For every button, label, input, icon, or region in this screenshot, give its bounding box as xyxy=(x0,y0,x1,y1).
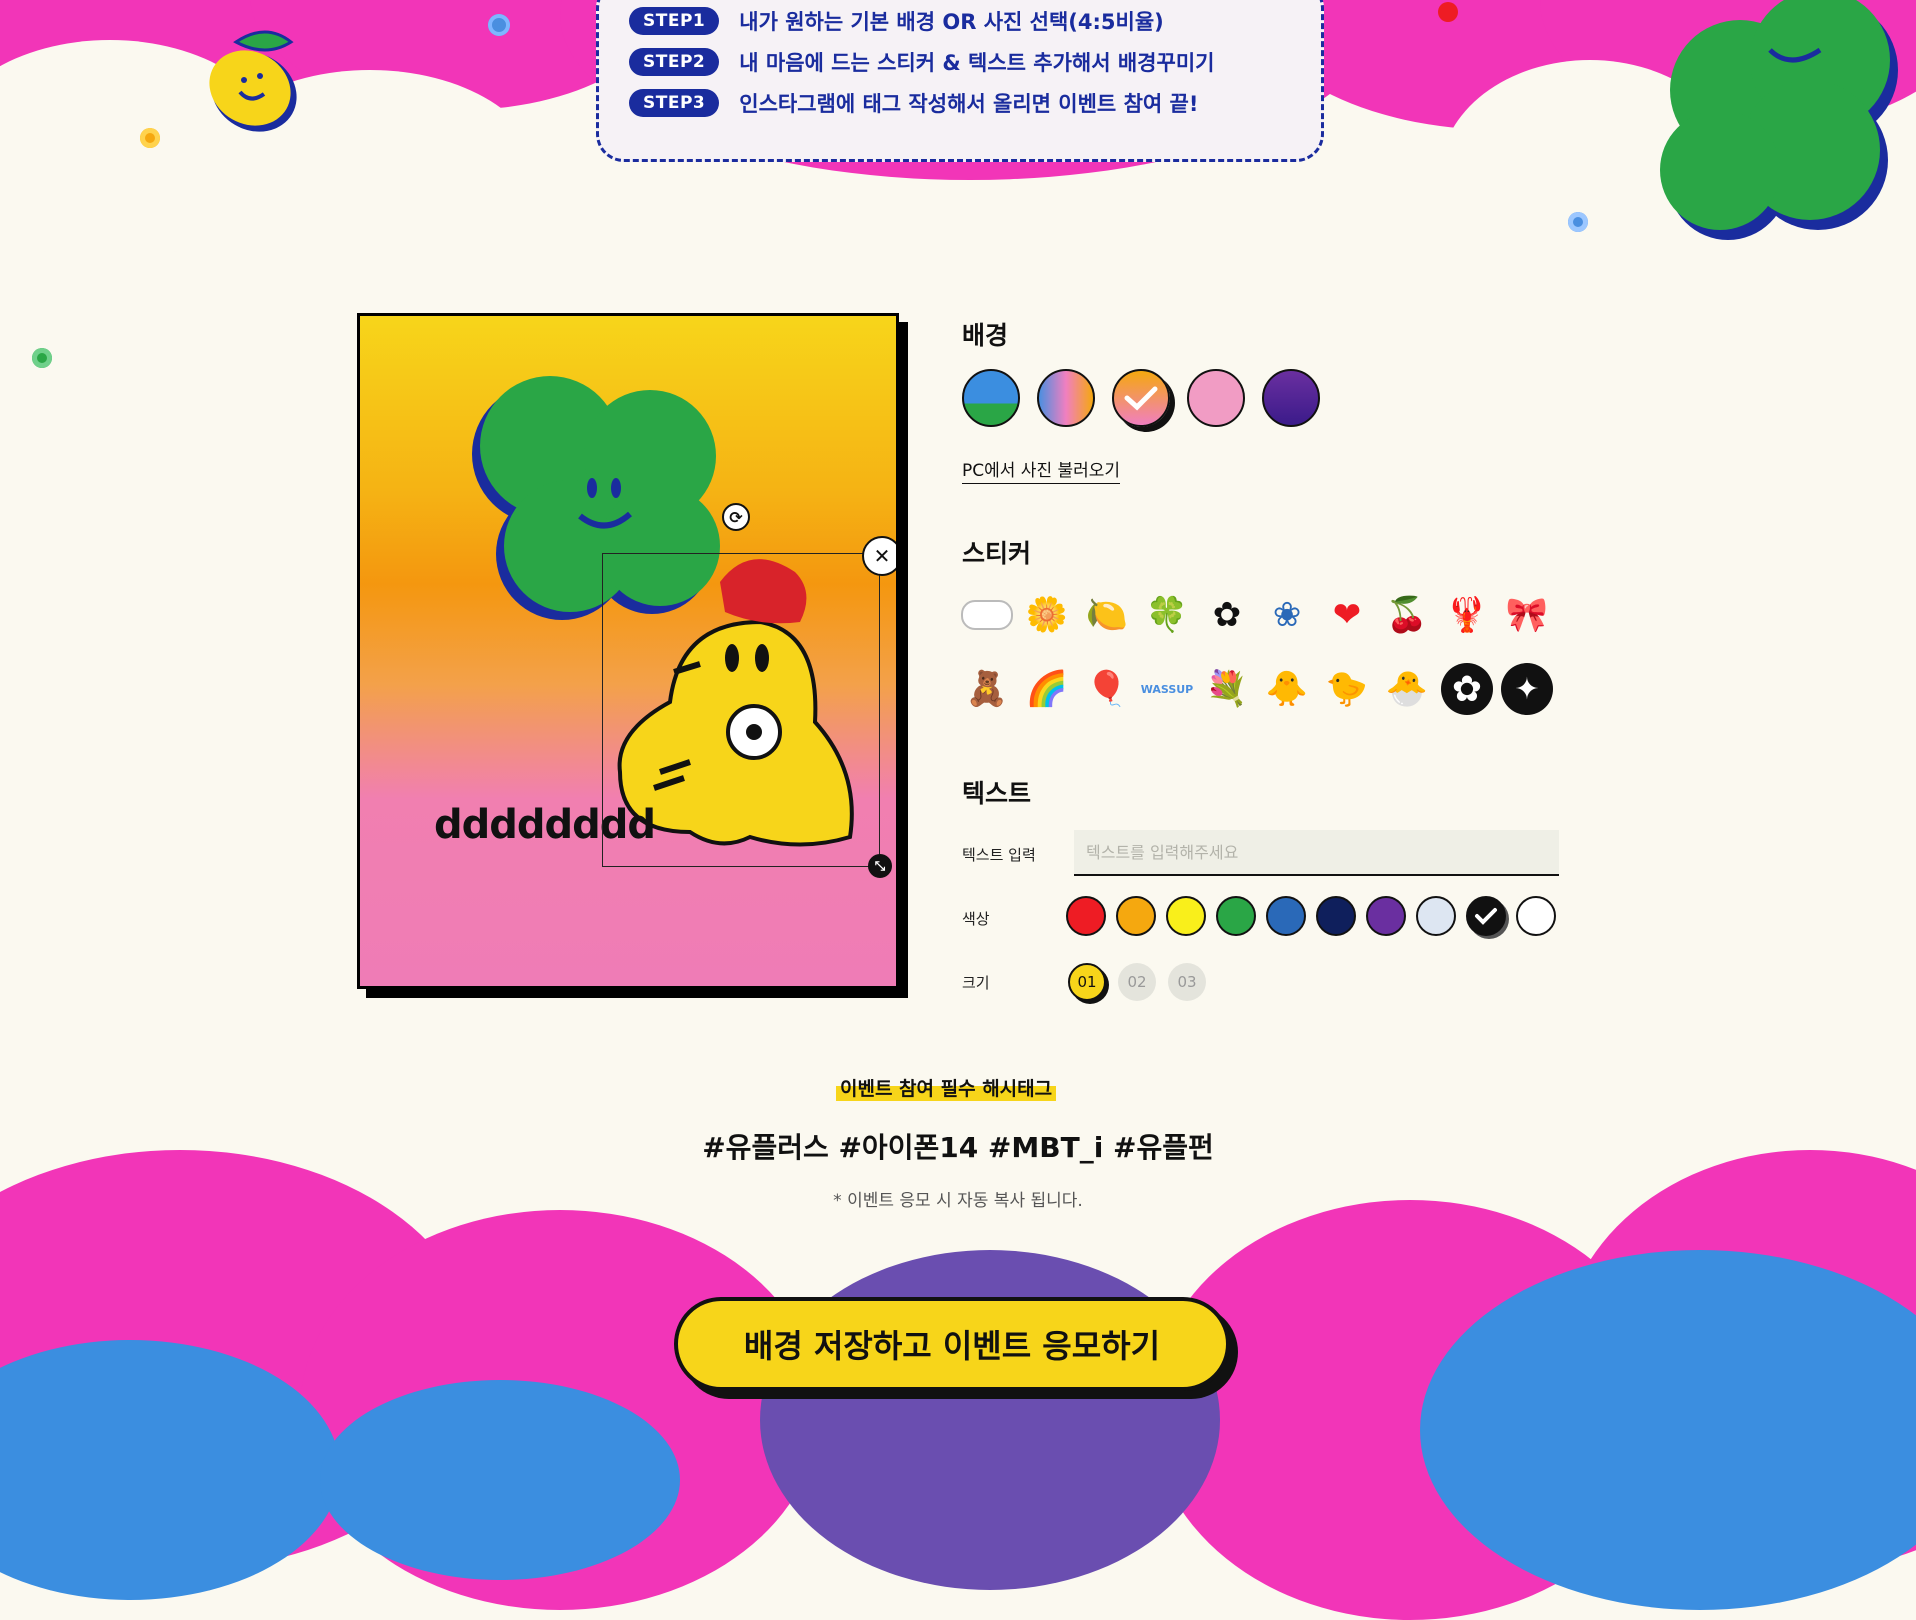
submit-button-label: 배경 저장하고 이벤트 응모하기 xyxy=(743,1327,1161,1365)
sticker-section-title: 스티커 xyxy=(962,539,1032,568)
hashtag-note: * 이벤트 응모 시 자동 복사 됩니다. xyxy=(833,1191,1083,1211)
flower-icon xyxy=(140,128,160,148)
white-flower-icon[interactable]: ✿ xyxy=(1200,588,1254,642)
resize-icon: ⤡ xyxy=(874,858,886,874)
sparkle-icon[interactable]: ✦ xyxy=(1500,662,1554,716)
lemon-icon[interactable]: 🍋 xyxy=(1080,588,1134,642)
close-icon: ✕ xyxy=(873,544,891,568)
chick-icon[interactable]: 🐤 xyxy=(1320,662,1374,716)
clover-icon xyxy=(1660,0,1898,240)
color-red[interactable] xyxy=(1066,896,1106,936)
preview-canvas[interactable]: dddddddd ⟳ ✕ ⤡ xyxy=(357,313,899,989)
color-white[interactable] xyxy=(1516,896,1556,936)
flower-icon xyxy=(1438,2,1458,22)
flower-icon xyxy=(488,14,510,36)
balloons-icon[interactable]: 🎈 xyxy=(1080,662,1134,716)
delete-sticker-button[interactable]: ✕ xyxy=(862,536,896,576)
color-blue[interactable] xyxy=(1266,896,1306,936)
size-option-02[interactable]: 02 xyxy=(1118,963,1156,1001)
step-badge: STEP3 xyxy=(629,89,720,117)
step-badge: STEP1 xyxy=(629,7,720,35)
heart-icon[interactable]: ❤ xyxy=(1320,588,1374,642)
step-text: 인스타그램에 태그 작성해서 올리면 이벤트 참여 끝! xyxy=(739,92,1199,116)
bouquet-icon[interactable]: 💐 xyxy=(1200,662,1254,716)
bg-swatch-blue-pink[interactable] xyxy=(1037,369,1095,427)
color-orange[interactable] xyxy=(1116,896,1156,936)
step-row: STEP2 내 마음에 드는 스티커 & 텍스트 추가해서 배경꾸미기 xyxy=(629,47,1214,77)
size-label: 크기 xyxy=(962,974,990,992)
hashtag-label: 이벤트 참여 필수 해시태그 xyxy=(836,1074,1057,1101)
size-option-01[interactable]: 01 xyxy=(1068,963,1106,1001)
rotate-icon: ⟳ xyxy=(729,507,743,527)
chick-small-icon[interactable]: 🐣 xyxy=(1380,662,1434,716)
bg-swatch-pink[interactable] xyxy=(1187,369,1245,427)
color-yellow[interactable] xyxy=(1166,896,1206,936)
text-input[interactable] xyxy=(1074,830,1559,876)
pc-upload-link[interactable]: PC에서 사진 불러오기 xyxy=(962,456,1121,484)
submit-button[interactable]: 배경 저장하고 이벤트 응모하기 xyxy=(674,1297,1230,1391)
step-text: 내 마음에 드는 스티커 & 텍스트 추가해서 배경꾸미기 xyxy=(739,51,1215,75)
clover-icon[interactable]: 🍀 xyxy=(1140,588,1194,642)
bg-swatch-blue-green[interactable] xyxy=(962,369,1020,427)
step-row: STEP3 인스타그램에 태그 작성해서 올리면 이벤트 참여 끝! xyxy=(629,88,1198,118)
blue-flower-icon[interactable]: ❀ xyxy=(1260,588,1314,642)
color-navy[interactable] xyxy=(1316,896,1356,936)
cloud-icon[interactable] xyxy=(960,588,1014,642)
step-text: 내가 원하는 기본 배경 OR 사진 선택(4:5비율) xyxy=(739,10,1164,34)
rainbow-icon[interactable]: 🌈 xyxy=(1020,662,1074,716)
wassup-text-icon[interactable]: WASSUP xyxy=(1140,662,1194,716)
lemon-icon xyxy=(209,30,297,132)
color-label: 색상 xyxy=(962,910,990,928)
rotate-handle[interactable]: ⟳ xyxy=(722,503,750,531)
black-daisy-icon[interactable]: ✿ xyxy=(1440,662,1494,716)
checkmark-icon xyxy=(1124,386,1158,411)
size-option-03[interactable]: 03 xyxy=(1168,963,1206,1001)
text-section-title: 텍스트 xyxy=(962,779,1032,808)
step-badge: STEP2 xyxy=(629,48,720,76)
ribbon-icon[interactable]: 🎀 xyxy=(1500,588,1554,642)
bg-swatch-purple[interactable] xyxy=(1262,369,1320,427)
background-section-title: 배경 xyxy=(962,321,1009,350)
bear-icon[interactable]: 🧸 xyxy=(960,662,1014,716)
text-input-label: 텍스트 입력 xyxy=(962,846,1036,864)
flower-icon xyxy=(1568,212,1588,232)
resize-handle[interactable]: ⤡ xyxy=(868,854,892,878)
daisy-icon[interactable]: 🌼 xyxy=(1020,588,1074,642)
color-black[interactable] xyxy=(1466,896,1506,936)
flower-icon xyxy=(32,348,52,368)
sticker-selection-box[interactable] xyxy=(602,553,880,867)
cherry-icon[interactable]: 🍒 xyxy=(1380,588,1434,642)
checkmark-icon xyxy=(1475,908,1497,925)
step-row: STEP1 내가 원하는 기본 배경 OR 사진 선택(4:5비율) xyxy=(629,6,1164,36)
color-green[interactable] xyxy=(1216,896,1256,936)
lobster-icon[interactable]: 🦞 xyxy=(1440,588,1494,642)
bg-swatch-yellow-pink[interactable] xyxy=(1112,369,1170,427)
steps-box: STEP1 내가 원하는 기본 배경 OR 사진 선택(4:5비율) STEP2… xyxy=(596,0,1324,162)
hashtag-list: #유플러스 #아이폰14 #MBT_i #유플펀 xyxy=(702,1131,1214,1164)
color-lightblue[interactable] xyxy=(1416,896,1456,936)
chick-red-hat-icon[interactable]: 🐥 xyxy=(1260,662,1314,716)
color-purple[interactable] xyxy=(1366,896,1406,936)
